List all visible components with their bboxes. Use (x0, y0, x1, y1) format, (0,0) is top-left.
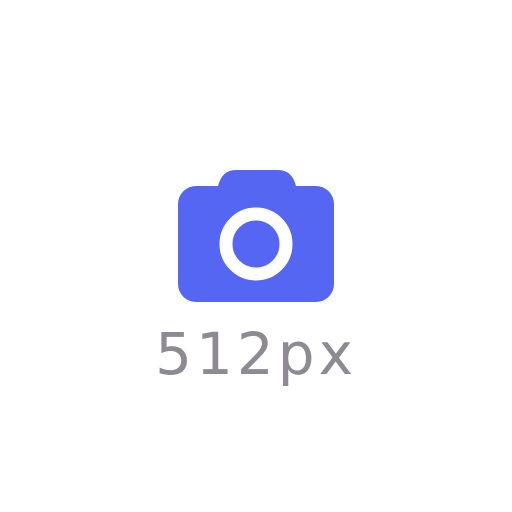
camera-top-hump (218, 170, 296, 186)
size-caption: 512px (155, 320, 357, 388)
camera-body (178, 186, 334, 302)
placeholder-canvas: 512px (0, 0, 512, 512)
camera-icon (178, 170, 334, 302)
